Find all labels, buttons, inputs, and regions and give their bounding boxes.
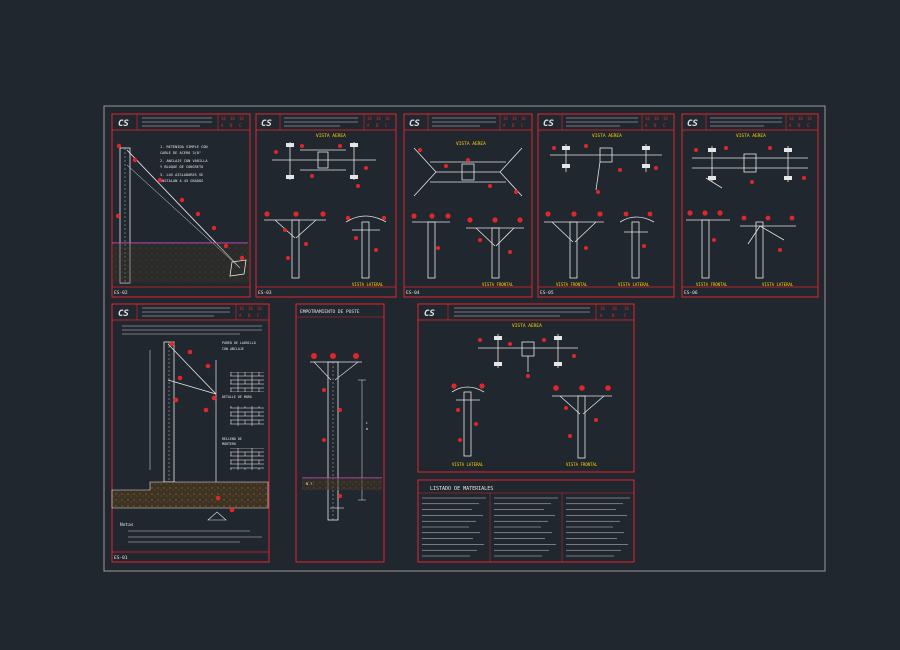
svg-text:16: 16: [367, 116, 372, 121]
brick-wall: [230, 372, 264, 392]
svg-text:B: B: [376, 123, 379, 128]
svg-text:C: C: [624, 313, 627, 318]
svg-text:16: 16: [600, 306, 605, 311]
sheet-code: ES-01: [114, 555, 128, 561]
sheet-code: ES-06: [684, 290, 698, 296]
panel-structure-4[interactable]: CS 16 16 16 A B C VISTA AEREA VISTA FRONTAL V…: [537, 113, 675, 298]
svg-text:16: 16: [807, 116, 812, 121]
view-title-right: VISTA LATERAL: [618, 282, 650, 287]
svg-text:INSTALAN A 45 GRADOS: INSTALAN A 45 GRADOS: [160, 179, 203, 183]
svg-text:16: 16: [512, 116, 517, 121]
view-title-right: VISTA FRONTAL: [482, 282, 514, 287]
svg-text:1. RETENIDA SIMPLE CON: 1. RETENIDA SIMPLE CON: [160, 145, 208, 149]
svg-text:A: A: [789, 123, 792, 128]
svg-text:16: 16: [612, 306, 617, 311]
svg-text:CON ANCLAJE: CON ANCLAJE: [222, 347, 244, 351]
svg-text:16: 16: [385, 116, 390, 121]
logo: CS: [543, 119, 554, 129]
svg-text:C: C: [385, 123, 388, 128]
svg-text:B: B: [230, 123, 233, 128]
view-title-aerial: VISTA AEREA: [456, 141, 486, 147]
svg-text:A: A: [221, 123, 224, 128]
svg-text:16: 16: [789, 116, 794, 121]
svg-text:16: 16: [503, 116, 508, 121]
view-title-right: VISTA LATERAL: [762, 282, 794, 287]
svg-text:N.T.: N.T.: [306, 482, 314, 486]
svg-text:16: 16: [239, 116, 244, 121]
materials-title: LISTADO DE MATERIALES: [430, 486, 493, 492]
svg-text:C: C: [521, 123, 524, 128]
logo: CS: [261, 119, 272, 129]
panel-structure-2[interactable]: CS 16 16 16 A B C VISTA AEREA VISTA LATER…: [255, 113, 397, 298]
svg-text:16: 16: [798, 116, 803, 121]
svg-text:B: B: [798, 123, 801, 128]
svg-text:B: B: [248, 313, 251, 318]
svg-text:16: 16: [257, 306, 262, 311]
panel-guy-wire[interactable]: CS 16 16 16 A B C 1. RETENIDA SIMPLE CON CAB…: [111, 113, 251, 298]
svg-text:C: C: [807, 123, 810, 128]
svg-text:16: 16: [624, 306, 629, 311]
svg-text:B: B: [654, 123, 657, 128]
view-title-left: VISTA FRONTAL: [696, 282, 728, 287]
svg-text:A: A: [239, 313, 242, 318]
svg-text:A: A: [645, 123, 648, 128]
svg-text:16: 16: [221, 116, 226, 121]
svg-text:16: 16: [230, 116, 235, 121]
svg-text:3. LOS AISLADORES SE: 3. LOS AISLADORES SE: [160, 173, 203, 177]
panel-structure-3[interactable]: CS 16 16 16 A B C VISTA AEREA VISTA FRONTAL E…: [403, 113, 533, 298]
svg-text:A: A: [367, 123, 370, 128]
svg-text:L: L: [366, 421, 368, 425]
svg-text:A: A: [503, 123, 506, 128]
svg-text:B: B: [512, 123, 515, 128]
svg-text:16: 16: [645, 116, 650, 121]
logo: CS: [687, 119, 698, 129]
view-title-left: VISTA LATERAL: [452, 462, 484, 467]
view-title-aerial: VISTA AEREA: [512, 323, 542, 329]
panel-wall-mount[interactable]: CS 16 16 16 A B C PARED DE LADRILLO CON ANCLAJ…: [111, 303, 270, 563]
svg-text:B: B: [612, 313, 615, 318]
view-title-right: VISTA FRONTAL: [566, 462, 598, 467]
svg-text:CABLE DE ACERO 3/8": CABLE DE ACERO 3/8": [160, 151, 201, 155]
panel-title: EMPOTRAMIENTO DE POSTE: [300, 309, 360, 315]
view-title-right: VISTA LATERAL: [352, 282, 384, 287]
notes-title: Notas: [120, 522, 134, 528]
svg-text:C: C: [663, 123, 666, 128]
cad-drawing-canvas[interactable]: CS 16 16 16 ABC 1. RETENIDA SIMPLE CON CAB…: [0, 0, 900, 650]
svg-text:16: 16: [521, 116, 526, 121]
svg-text:MORTERO: MORTERO: [222, 442, 236, 446]
svg-text:Y BLOQUE DE CONCRETO: Y BLOQUE DE CONCRETO: [160, 165, 203, 169]
svg-text:16: 16: [654, 116, 659, 121]
panel-structure-8[interactable]: CS 16 16 16 A B C VISTA AEREA VISTA LATERAL V…: [417, 303, 635, 473]
sheet-code: ES-02: [114, 290, 128, 296]
materials-list[interactable]: LISTADO DE MATERIALES: [417, 479, 635, 563]
svg-text:PARED DE LADRILLO: PARED DE LADRILLO: [222, 341, 256, 345]
svg-text:A: A: [600, 313, 603, 318]
svg-text:RELLENO DE: RELLENO DE: [222, 437, 242, 441]
svg-text:C: C: [257, 313, 260, 318]
panel-pole-embedding[interactable]: EMPOTRAMIENTO DE POSTE Lm N.T.: [295, 303, 385, 563]
view-title-aerial: VISTA AEREA: [736, 133, 766, 139]
sheet-code: ES-05: [540, 290, 554, 296]
logo: CS: [409, 119, 420, 129]
view-title-aerial: VISTA AEREA: [592, 133, 622, 139]
svg-text:DETALLE DE MURO: DETALLE DE MURO: [222, 395, 252, 399]
view-title-left: VISTA FRONTAL: [556, 282, 588, 287]
sheet-code: ES-04: [406, 290, 420, 296]
svg-text:C: C: [239, 123, 242, 128]
logo: CS: [118, 309, 129, 319]
svg-text:16: 16: [663, 116, 668, 121]
svg-text:16: 16: [239, 306, 244, 311]
svg-text:2. ANCLAJE CON VARILLA: 2. ANCLAJE CON VARILLA: [160, 159, 208, 163]
logo: CS: [118, 119, 129, 129]
svg-text:16: 16: [248, 306, 253, 311]
view-title-aerial: VISTA AEREA: [316, 133, 346, 139]
sheet-code: ES-03: [258, 290, 272, 296]
svg-text:16: 16: [376, 116, 381, 121]
svg-text:m: m: [366, 427, 368, 431]
panel-structure-5[interactable]: CS 16 16 16 A B C VISTA AEREA VISTA FRONTAL V…: [681, 113, 819, 298]
logo: CS: [424, 309, 435, 319]
